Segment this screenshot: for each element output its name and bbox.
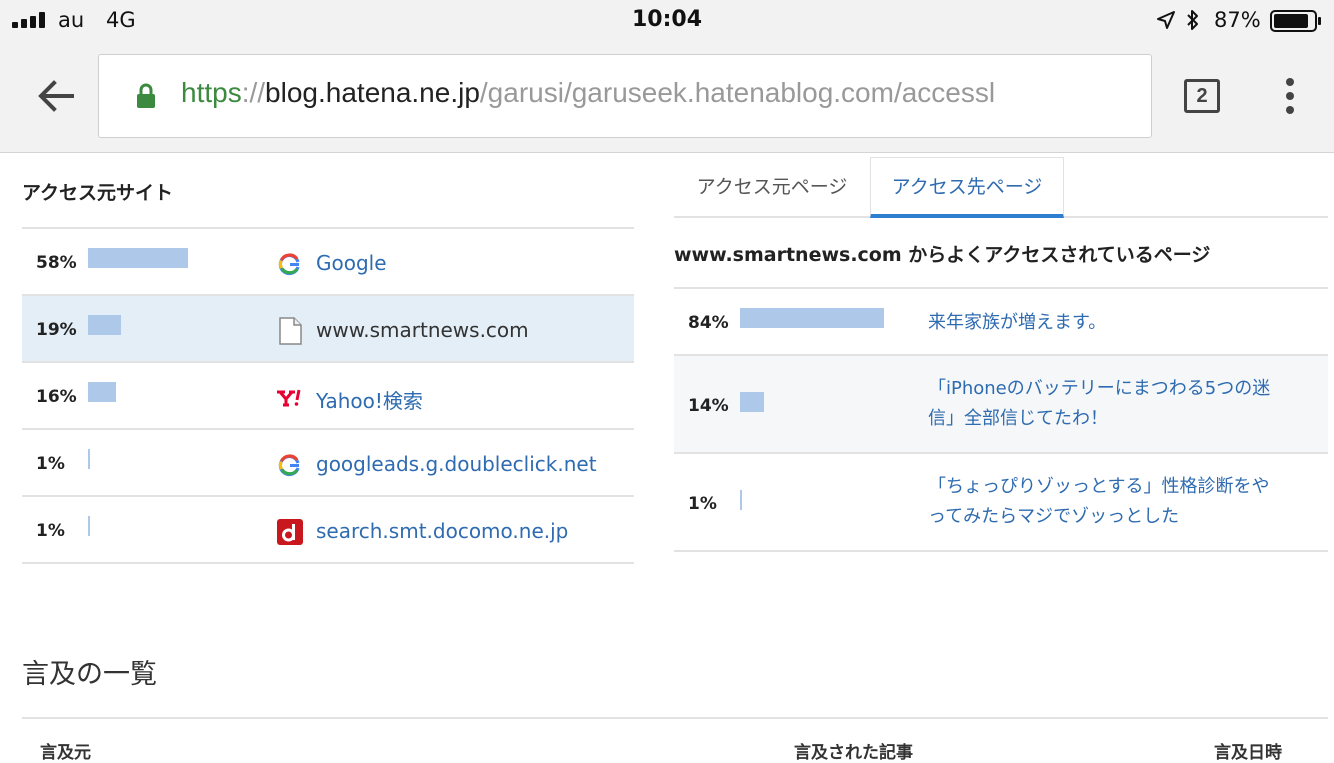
destination-pages-title: www.smartnews.com からよくアクセスされているページ <box>674 244 1211 266</box>
percent-bar <box>740 392 764 412</box>
url-separator: :// <box>241 77 266 108</box>
status-bar: au 4G 10:04 87% <box>0 0 1334 40</box>
location-arrow-icon <box>1157 11 1175 29</box>
access-sources-table: 58% Google 19% www.smartnews.com 16% Yah… <box>22 227 634 564</box>
percent-label: 14% <box>688 396 729 416</box>
page-link[interactable]: 「ちょっぴりゾッっとする」性格診断をや ってみたらマジでゾッっとした <box>928 472 1308 532</box>
page-link-line: 「ちょっぴりゾッっとする」性格診断をや <box>928 476 1270 497</box>
table-row: 16% Yahoo!検索 <box>22 363 634 430</box>
table-row: 84% 来年家族が増えます。 <box>674 289 1328 356</box>
docomo-icon <box>277 519 303 545</box>
access-sources-title: アクセス元サイト <box>22 182 174 204</box>
percent-label: 1% <box>36 454 65 474</box>
tab-switcher-button[interactable]: 2 <box>1184 79 1220 113</box>
url-scheme: https <box>181 77 242 108</box>
battery-percent: 87% <box>1214 8 1261 32</box>
percent-label: 19% <box>36 320 77 340</box>
column-header-date: 言及日時 <box>1214 743 1282 763</box>
page-link-line: 「iPhoneのバッテリーにまつわる5つの迷 <box>928 378 1271 399</box>
overflow-menu-icon[interactable] <box>1280 78 1300 114</box>
tab-access-destination-page[interactable]: アクセス先ページ <box>870 157 1064 218</box>
percent-bar <box>88 315 121 335</box>
bluetooth-icon <box>1187 10 1198 30</box>
page-link[interactable]: 来年家族が増えます。 <box>928 308 1308 338</box>
site-link[interactable]: Google <box>316 251 387 275</box>
percent-label: 1% <box>688 494 717 514</box>
destination-pages-table: 84% 来年家族が増えます。 14% 「iPhoneのバッテリーにまつわる5つの… <box>674 287 1328 552</box>
google-icon <box>278 253 300 276</box>
percent-bar <box>740 308 884 328</box>
percent-label: 58% <box>36 253 77 273</box>
table-row: 19% www.smartnews.com <box>22 296 634 363</box>
page-link-line: 信」全部信じてたわ！ <box>928 408 1108 429</box>
google-icon <box>278 454 300 477</box>
page-tabs: アクセス元ページ アクセス先ページ <box>674 157 1328 218</box>
status-time: 10:04 <box>631 7 703 32</box>
browser-toolbar: https://blog.hatena.ne.jp/garusi/garusee… <box>0 40 1334 153</box>
percent-bar <box>740 490 742 510</box>
column-header-source: 言及元 <box>40 743 91 763</box>
site-link[interactable]: search.smt.docomo.ne.jp <box>316 519 568 543</box>
url-host: blog.hatena.ne.jp <box>265 77 480 108</box>
page-link[interactable]: 「iPhoneのバッテリーにまつわる5つの迷 信」全部信じてたわ！ <box>928 374 1308 434</box>
battery-icon <box>1270 10 1321 32</box>
table-row: 1% 「ちょっぴりゾッっとする」性格診断をや ってみたらマジでゾッっとした <box>674 454 1328 552</box>
column-header-article: 言及された記事 <box>794 743 913 763</box>
percent-bar <box>88 516 90 536</box>
percent-bar <box>88 248 188 268</box>
tab-access-source-page[interactable]: アクセス元ページ <box>674 157 870 218</box>
page-link-line: 来年家族が増えます。 <box>928 312 1107 333</box>
site-link[interactable]: googleads.g.doubleclick.net <box>316 452 597 476</box>
page-link-line: ってみたらマジでゾッっとした <box>928 506 1180 527</box>
address-bar[interactable]: https://blog.hatena.ne.jp/garusi/garusee… <box>98 54 1152 138</box>
lock-icon <box>137 83 155 108</box>
table-row: 1% search.smt.docomo.ne.jp <box>22 497 634 564</box>
back-arrow-icon[interactable] <box>36 76 76 116</box>
percent-bar <box>88 449 90 469</box>
url-path: /garusi/garuseek.hatenablog.com/accessl <box>479 77 996 108</box>
yahoo-icon <box>277 389 301 407</box>
table-row: 58% Google <box>22 229 634 296</box>
percent-label: 1% <box>36 521 65 541</box>
table-row: 14% 「iPhoneのバッテリーにまつわる5つの迷 信」全部信じてたわ！ <box>674 356 1328 454</box>
url-text[interactable]: https://blog.hatena.ne.jp/garusi/garusee… <box>181 77 995 109</box>
mentions-title: 言及の一覧 <box>22 659 157 690</box>
table-row: 1% googleads.g.doubleclick.net <box>22 430 634 497</box>
divider <box>22 717 1328 719</box>
site-name: www.smartnews.com <box>316 318 529 342</box>
page-icon <box>279 317 302 345</box>
percent-bar <box>88 382 116 402</box>
percent-label: 84% <box>688 313 729 333</box>
percent-label: 16% <box>36 387 77 407</box>
site-link[interactable]: Yahoo!検索 <box>316 385 423 414</box>
